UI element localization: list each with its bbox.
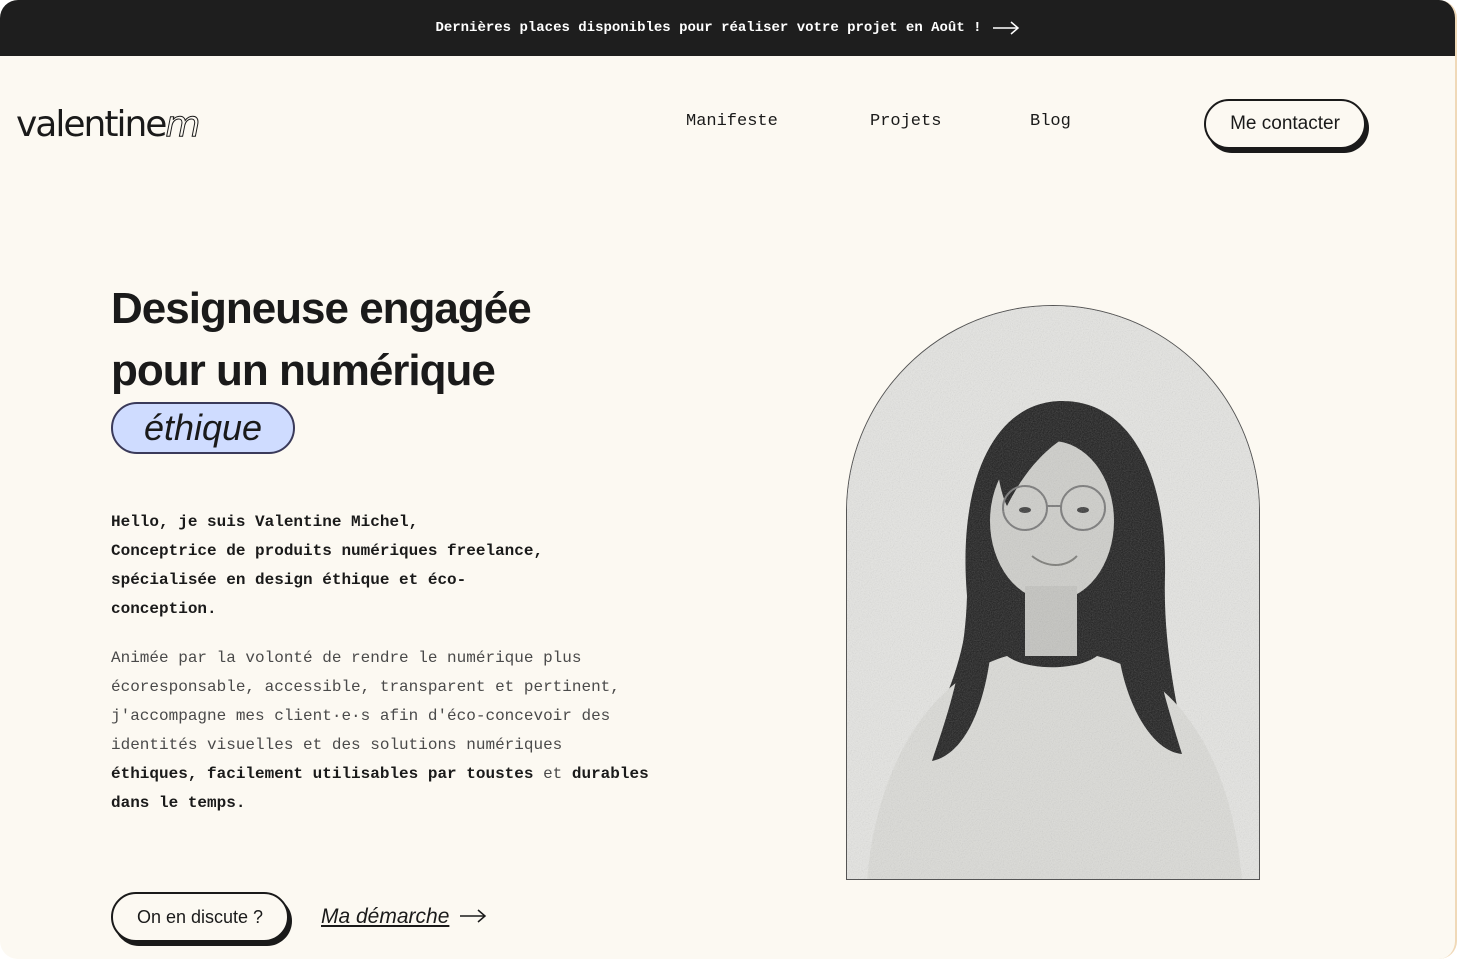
arrow-right-icon <box>992 21 1020 35</box>
contact-button[interactable]: Me contacter <box>1204 99 1366 149</box>
portrait-illustration <box>847 306 1259 879</box>
nav-item-manifeste[interactable]: Manifeste <box>686 112 778 131</box>
nav-item-blog[interactable]: Blog <box>1030 112 1071 131</box>
demarche-label[interactable]: Ma démarche <box>321 905 449 929</box>
nav-link[interactable]: Manifeste <box>686 112 778 131</box>
desc-plain: et <box>533 765 572 783</box>
hero-title-line: pour un numérique <box>111 346 496 395</box>
nav-link[interactable]: Projets <box>870 112 941 131</box>
nav-item-projets[interactable]: Projets <box>870 112 941 131</box>
intro-line: Hello, je suis Valentine Michel, <box>111 513 419 531</box>
logo[interactable]: valentinem <box>16 100 201 150</box>
page: Dernières places disponibles pour réalis… <box>0 0 1457 959</box>
announcement-banner[interactable]: Dernières places disponibles pour réalis… <box>0 0 1455 56</box>
desc-bold: éthiques, facilement utilisables par tou… <box>111 765 534 783</box>
logo-accent: m <box>165 104 201 146</box>
discuss-button[interactable]: On en discute ? <box>111 892 289 942</box>
intro-text: Hello, je suis Valentine Michel, Concept… <box>111 508 651 624</box>
banner-text[interactable]: Dernières places disponibles pour réalis… <box>435 20 981 36</box>
intro-line: conception. <box>111 600 217 618</box>
hero-title: Designeuse engagée pour un numérique <box>111 278 532 402</box>
hero-title-line: Designeuse engagée <box>111 284 532 333</box>
description-text: Animée par la volonté de rendre le numér… <box>111 644 656 818</box>
demarche-link[interactable]: Ma démarche <box>321 900 487 934</box>
desc-plain: Animée par la volonté de rendre le numér… <box>111 649 620 754</box>
highlight-pill: éthique <box>111 402 295 454</box>
logo-text: valentine <box>16 104 167 145</box>
nav-link[interactable]: Blog <box>1030 112 1071 131</box>
intro-line: spécialisée en design éthique et éco- <box>111 571 467 589</box>
intro-line: Conceptrice de produits numériques freel… <box>111 542 544 560</box>
portrait-photo <box>846 305 1260 880</box>
arrow-right-icon <box>459 905 487 929</box>
